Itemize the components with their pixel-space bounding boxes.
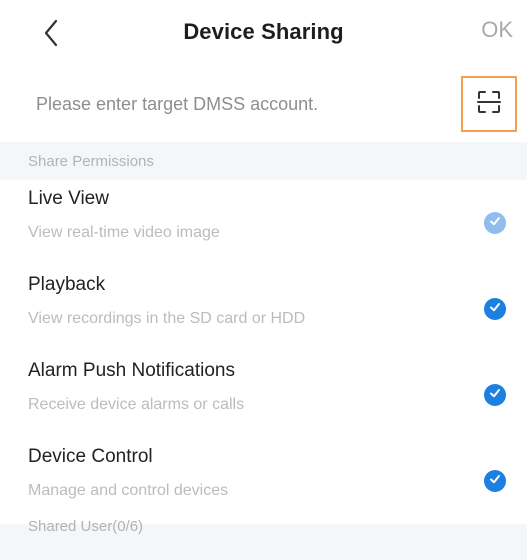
account-row [0,66,527,142]
qr-scan-icon [476,89,502,120]
shared-users-label: Shared User(0/6) [28,518,144,535]
ok-button[interactable]: OK [481,17,513,43]
page-title: Device Sharing [183,19,344,44]
permission-alarm-push: Alarm Push Notifications Receive device … [0,352,527,438]
scan-button[interactable] [461,76,517,132]
permission-title: Live View [28,188,109,209]
permission-title: Device Control [28,446,153,467]
account-input[interactable] [36,90,436,118]
alarm-push-checkbox[interactable] [484,384,506,406]
permission-description: View recordings in the SD card or HDD [28,310,306,327]
live-view-checkbox [484,212,506,234]
permission-description: Manage and control devices [28,482,229,499]
checkmark-icon [488,214,502,233]
checkmark-icon [488,386,502,405]
device-control-checkbox[interactable] [484,470,506,492]
permission-device-control: Device Control Manage and control device… [0,438,527,524]
permission-title: Playback [28,274,106,295]
back-button[interactable] [38,15,68,51]
playback-checkbox[interactable] [484,298,506,320]
checkmark-icon [488,300,502,319]
permission-title: Alarm Push Notifications [28,360,235,381]
permission-description: View real-time video image [28,224,220,241]
permission-playback: Playback View recordings in the SD card … [0,266,527,352]
permissions-section-label: Share Permissions [28,153,154,170]
permission-description: Receive device alarms or calls [28,396,245,413]
chevron-left-icon [38,15,68,51]
checkmark-icon [488,472,502,491]
header-bar: Device Sharing OK [0,0,527,66]
permission-live-view: Live View View real-time video image [0,180,527,266]
